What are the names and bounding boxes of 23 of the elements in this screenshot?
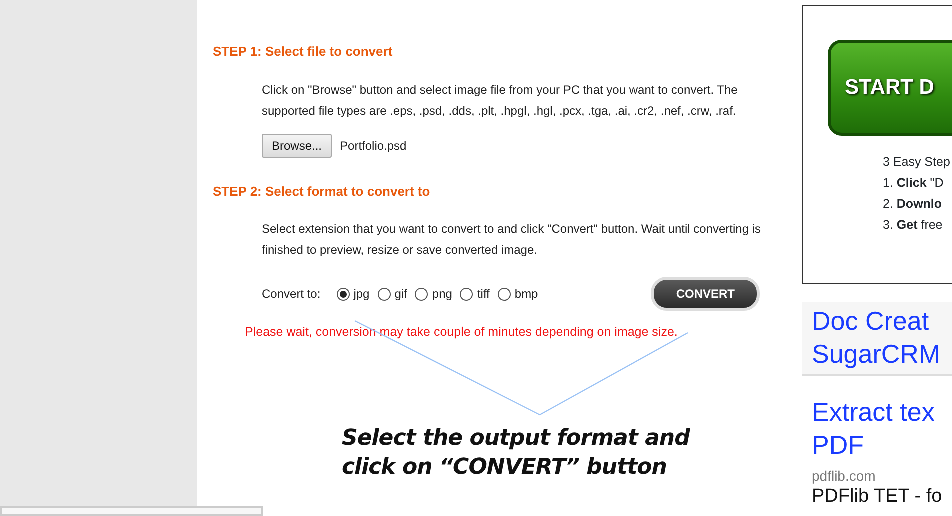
convert-label: Convert to: [262,286,321,303]
file-name: Portfolio.psd [340,138,407,154]
format-radio[interactable]: tiff [460,285,490,303]
source-url: pdflib.com [812,467,877,486]
instruction-text: Click on "Browse" button and select image file from your PC that you want to convert. The supported file types are .eps, .psd, .dds, .plt, .hpgl, .hgl, .pcx, .tga, .ai, .cr2, .nef, .crw, .raf. [262,82,739,120]
instruction-text: Select extension that you want to convert to and click "Convert" button. Wait until converting is finished to preview, resize or save converted image. [262,221,762,259]
start-download-button[interactable]: START D [828,40,952,136]
ad-text: 3 Easy Step [883,154,952,171]
ad-text: 2. Downlo [883,196,944,213]
step-heading: STEP 2: Select format to convert to [213,182,432,200]
format-radio[interactable]: bmp [498,285,538,303]
format-radio[interactable]: gif [378,285,408,303]
result-snippet: PDFlib TET - fo [812,487,944,507]
step-heading: STEP 1: Select file to convert [213,43,394,61]
ad-text: 3. Get free [883,217,944,234]
ad-text: 1. Click "D [883,175,945,192]
format-radio[interactable]: jpg [336,285,370,303]
format-radio[interactable]: png [415,285,452,303]
convert-button[interactable]: CONVERT [651,277,760,311]
result-link[interactable]: Extract tex PDF [812,396,952,462]
browse-button[interactable]: Browse... [262,134,332,158]
warning-text: Please wait, conversion may take couple of minutes depending on image size. [245,324,679,341]
callout-caption: Select the output format and click on “CONVERT” button [342,425,690,482]
